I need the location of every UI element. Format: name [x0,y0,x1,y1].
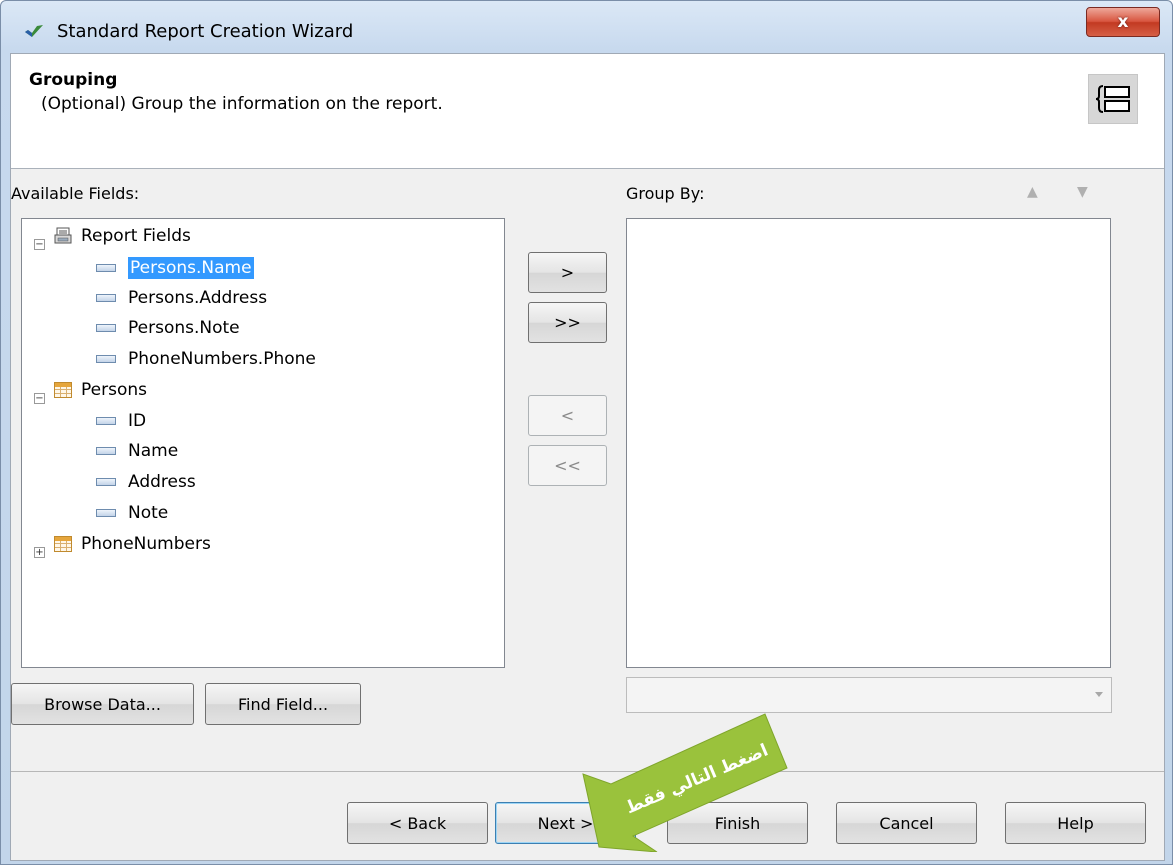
available-fields-label: Available Fields: [11,184,140,203]
selected-field-label: Persons.Name [128,257,254,279]
window-title: Standard Report Creation Wizard [57,21,354,42]
page-description: (Optional) Group the information on the … [41,94,443,114]
field-icon [96,478,116,486]
help-button[interactable]: Help [1005,802,1146,844]
back-button[interactable]: < Back [347,802,488,844]
tree-field-persons-note[interactable]: Persons.Note [96,315,240,341]
tree-field-name[interactable]: Name [96,438,178,464]
tree-node-label: Persons [81,380,147,400]
collapse-persons-icon[interactable]: − [34,393,45,404]
tree-field-persons-name[interactable]: Persons.Name [96,255,254,281]
field-label: ID [128,411,147,431]
grouping-icon [1088,74,1138,124]
tree-node-phonenumbers[interactable]: PhoneNumbers [54,531,211,557]
field-icon [96,294,116,302]
chevron-down-icon [1095,692,1103,697]
move-up-arrow-icon[interactable]: ▲ [1027,184,1038,200]
wizard-header: Grouping (Optional) Group the informatio… [11,54,1164,169]
find-field-button[interactable]: Find Field... [205,683,361,725]
field-icon [96,264,116,272]
footer-divider [11,771,1164,772]
browse-data-button[interactable]: Browse Data... [11,683,194,725]
table-icon [54,536,72,552]
finish-button[interactable]: Finish [667,802,808,844]
table-icon [54,382,72,398]
field-label: PhoneNumbers.Phone [128,349,316,369]
move-down-arrow-icon[interactable]: ▼ [1077,184,1088,200]
available-fields-tree[interactable]: − Report Fields Persons.Name Persons.Add… [21,218,505,668]
tree-node-label: Report Fields [81,226,191,246]
field-label: Persons.Address [128,288,268,308]
group-by-list[interactable] [626,218,1111,668]
field-icon [96,417,116,425]
close-button[interactable]: x [1086,7,1160,37]
add-field-button[interactable]: > [528,252,607,293]
field-label: Name [128,441,179,461]
collapse-report-fields-icon[interactable]: − [34,239,45,250]
wizard-client-area: Grouping (Optional) Group the informatio… [10,53,1165,861]
tree-field-phonenumbers-phone[interactable]: PhoneNumbers.Phone [96,346,316,372]
field-icon [96,509,116,517]
tree-field-address[interactable]: Address [96,469,196,495]
tree-node-persons[interactable]: Persons [54,377,147,403]
remove-field-button[interactable]: < [528,395,607,436]
field-label: Note [128,503,169,523]
wizard-window: Standard Report Creation Wizard x Groupi… [0,0,1173,865]
field-label: Persons.Note [128,318,240,338]
remove-all-fields-button[interactable]: << [528,445,607,486]
tree-node-label: PhoneNumbers [81,534,211,554]
tree-field-id[interactable]: ID [96,408,146,434]
group-sort-combo[interactable] [626,677,1112,713]
tree-field-note[interactable]: Note [96,500,168,526]
app-icon [25,25,43,37]
tree-node-report-fields[interactable]: Report Fields [54,223,191,249]
title-bar: Standard Report Creation Wizard x [1,1,1172,53]
field-label: Address [128,472,196,492]
field-icon [96,324,116,332]
add-all-fields-button[interactable]: >> [528,302,607,343]
report-fields-icon [54,227,72,244]
page-title: Grouping [29,70,118,90]
cancel-button[interactable]: Cancel [836,802,977,844]
group-by-label: Group By: [626,184,705,203]
field-icon [96,355,116,363]
next-button[interactable]: Next > [495,802,636,844]
expand-phonenumbers-icon[interactable]: + [34,547,45,558]
field-icon [96,447,116,455]
tree-field-persons-address[interactable]: Persons.Address [96,285,267,311]
